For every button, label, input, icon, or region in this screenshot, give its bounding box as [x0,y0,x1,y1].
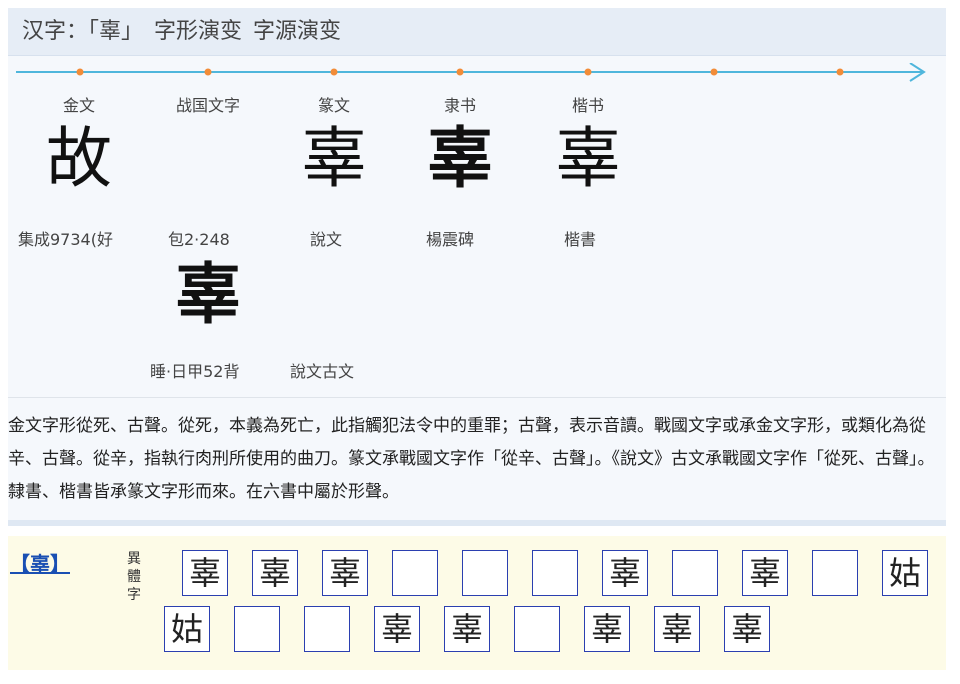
source-evolution-link[interactable]: 字源演变 [253,19,341,44]
glyph-lishu: 辜 [405,126,515,192]
variant-glyph[interactable]: 𢻰 [304,606,350,652]
glyph-evolution-link[interactable]: 字形演变 [154,19,242,44]
variant-glyph[interactable]: 𣍘 [462,550,508,596]
variants-label: 異體字 [124,550,144,604]
variant-glyph[interactable]: 𢻰 [532,550,578,596]
timeline-dot [77,69,84,76]
variant-glyph[interactable]: 辜 [724,606,770,652]
variant-glyph[interactable]: 𣍘 [234,606,280,652]
evolution-panel: 汉字：「辜」 字形演变 字源演变 金文 战国文字 篆文 隶书 楷书 故 𢻰 辜 … [8,8,946,526]
stage-label-jinwen: 金文 [24,92,134,116]
variant-glyph[interactable]: 𣍘 [392,550,438,596]
stage-label-kaishu: 楷书 [533,92,643,116]
main-character-link[interactable]: 【辜】 [10,548,70,577]
timeline-dot [837,69,844,76]
page-header: 汉字：「辜」 字形演变 字源演变 [8,8,946,56]
variant-glyph[interactable]: 辜 [182,550,228,596]
glyph-source: 楷書 [564,226,596,250]
divider [8,520,946,526]
stage-label-zhanguo: 战国文字 [153,92,263,116]
variant-glyph[interactable]: 姑 [164,606,210,652]
variant-glyph[interactable]: 姑 [882,550,928,596]
glyph-zhuanwen: 辜 [279,126,389,192]
evolution-description: 金文字形從死、古聲。從死，本義為死亡，此指觸犯法令中的重罪；古聲，表示音讀。戰國… [8,410,946,509]
glyph-kaishu: 辜 [533,126,643,192]
glyph-jinwen: 故 [24,126,134,192]
glyph-source: 說文 [310,226,342,250]
glyph-source: 集成9734(好 [18,226,113,250]
timeline-dot [585,69,592,76]
variant-glyph[interactable]: 辜 [584,606,630,652]
timeline-dot [711,69,718,76]
variant-glyph[interactable]: 辜 [742,550,788,596]
timeline-dot [205,69,212,76]
timeline-dot [331,69,338,76]
variant-glyph[interactable]: 辜 [654,606,700,652]
timeline-arrow [14,63,934,83]
variant-glyph[interactable]: 辜 [602,550,648,596]
glyph-source: 包2·248 [168,226,230,250]
variant-glyph[interactable]: 𢻰 [812,550,858,596]
page-title: 汉字：「辜」 [22,19,143,44]
variant-glyph[interactable]: 辜 [322,550,368,596]
timeline-dot [457,69,464,76]
variant-glyph[interactable]: 辜 [252,550,298,596]
stage-label-zhuanwen: 篆文 [279,92,389,116]
glyph-shuowen-guwen: 𣍘 [279,262,389,328]
glyph-shuihudi: 辜 [153,262,263,328]
glyph-source: 楊震碑 [426,226,474,250]
glyph-source: 說文古文 [290,358,354,382]
variant-glyph[interactable]: 𢻰 [672,550,718,596]
stage-label-lishu: 隶书 [405,92,515,116]
glyph-zhanguo: 𢻰 [153,126,263,192]
divider [8,397,946,398]
glyph-source: 睡·日甲52背 [150,358,239,382]
variants-panel: 【辜】 異體字 辜 辜 辜 𣍘 𣍘 𢻰 辜 𢻰 辜 𢻰 姑 姑 𣍘 𢻰 辜 辜 … [8,536,946,670]
variant-glyph[interactable]: 𢻰 [514,606,560,652]
variant-glyph[interactable]: 辜 [444,606,490,652]
variant-glyph[interactable]: 辜 [374,606,420,652]
